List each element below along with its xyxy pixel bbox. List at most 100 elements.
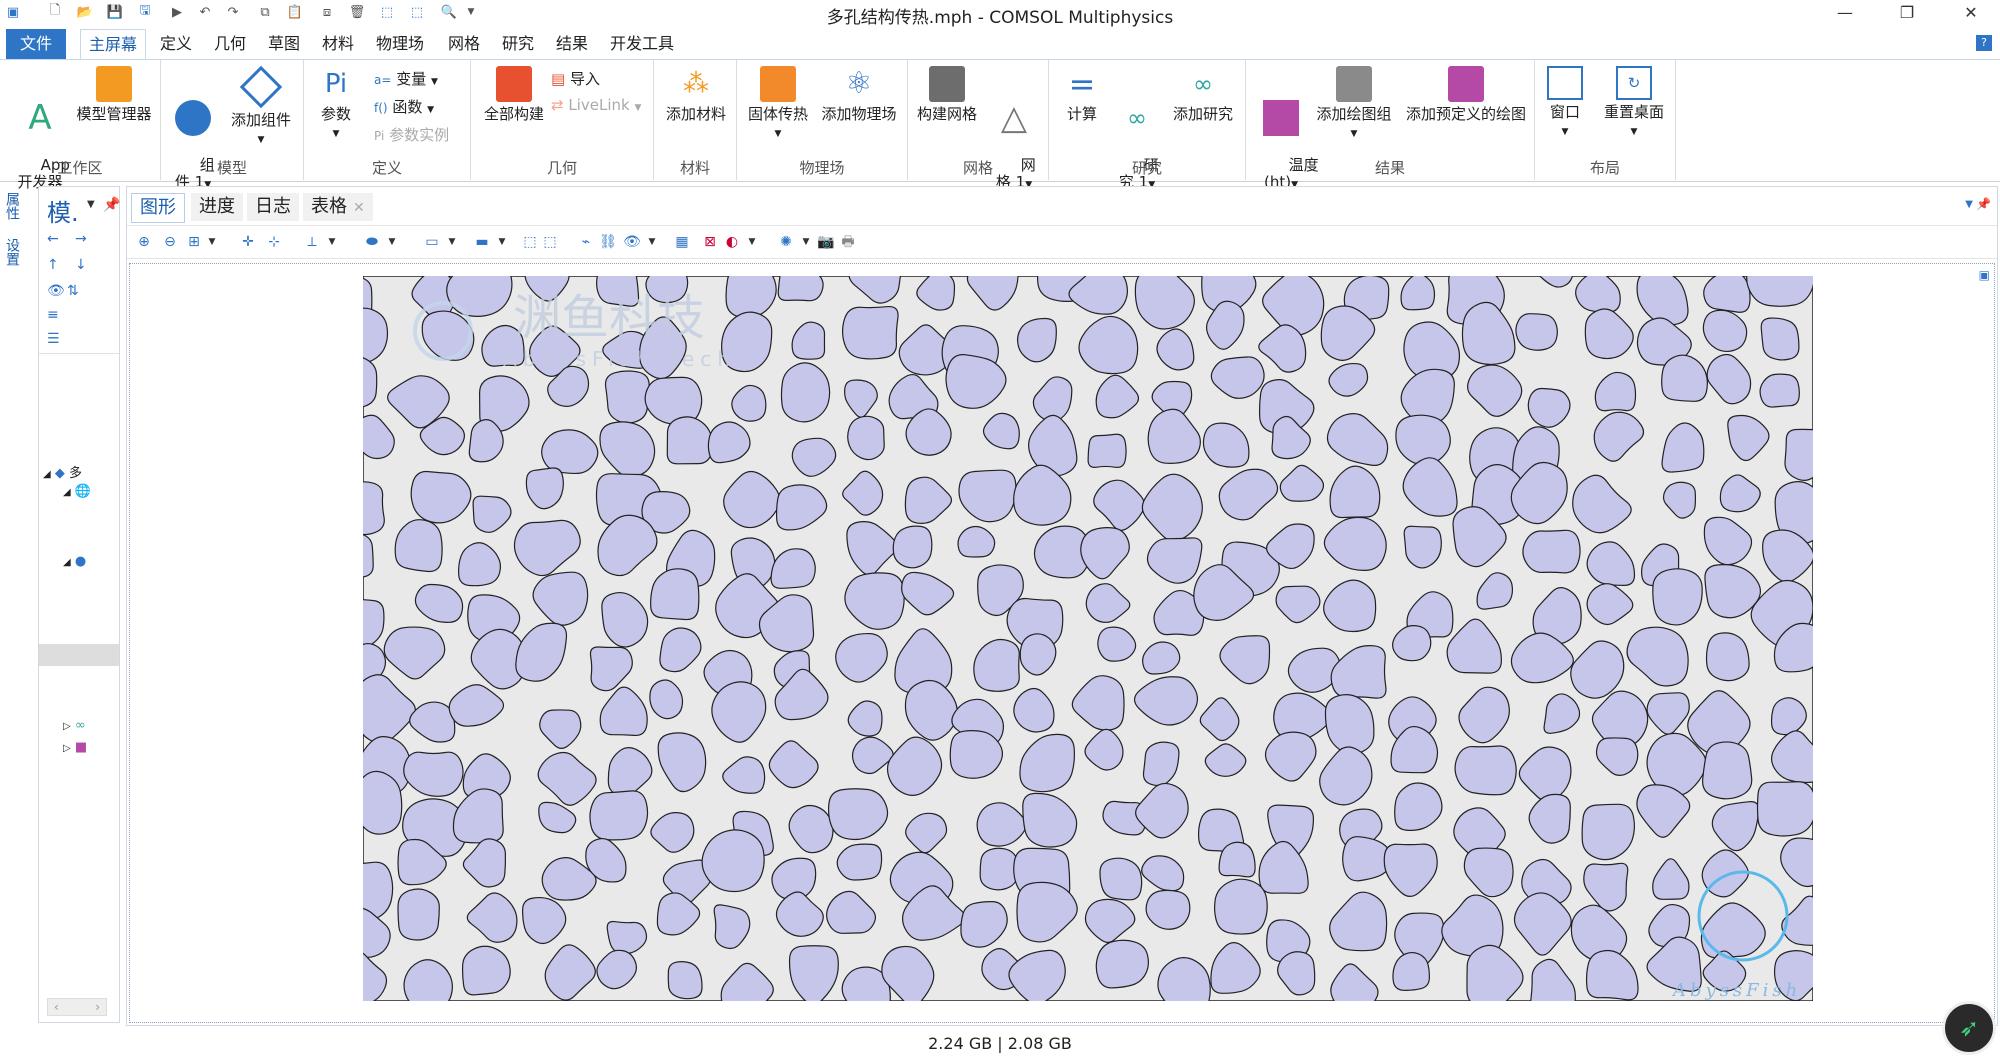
- model-manager-button[interactable]: 模型管理器: [72, 66, 156, 123]
- functions-button[interactable]: f() 函数 ▼: [374, 96, 434, 117]
- tab-results[interactable]: 结果: [548, 29, 596, 59]
- grid-icon[interactable]: ▦: [673, 233, 691, 251]
- tab-developer[interactable]: 开发工具: [602, 29, 682, 59]
- chat-icon[interactable]: ➶: [1942, 1001, 1996, 1055]
- clear-selection-icon[interactable]: ⬚: [541, 233, 559, 251]
- tab-study[interactable]: 研究: [494, 29, 542, 59]
- chevron-down-icon[interactable]: ▼: [1965, 199, 1973, 210]
- add-component-button[interactable]: 添加组件 ▼: [225, 65, 297, 149]
- arrow-up-icon[interactable]: ↑: [47, 257, 59, 273]
- arrow-right-icon[interactable]: →: [75, 231, 87, 247]
- watermark-en: AbyssFish Tech: [503, 347, 736, 371]
- restore-button[interactable]: ❐: [1884, 0, 1930, 24]
- chevron-down-icon[interactable]: ▼: [443, 233, 461, 251]
- side-tab-properties[interactable]: 属性: [4, 192, 22, 220]
- functions-icon: f(): [374, 101, 388, 115]
- close-button[interactable]: ✕: [1948, 0, 1994, 24]
- close-icon[interactable]: ✕: [353, 200, 365, 216]
- select-objects-icon[interactable]: ▬: [473, 233, 491, 251]
- chevron-down-icon[interactable]: ▼: [743, 233, 761, 251]
- tree-node-study[interactable]: ▷ ∞: [39, 718, 119, 740]
- add-predefined-plot-button[interactable]: 添加预定义的绘图: [1400, 66, 1532, 123]
- add-material-button[interactable]: ⁂ 添加材料: [660, 66, 732, 123]
- tab-home[interactable]: 主屏幕: [80, 29, 147, 59]
- arrow-left-icon[interactable]: ←: [47, 231, 59, 247]
- build-mesh-button[interactable]: 构建网格: [912, 66, 982, 123]
- tab-graphics[interactable]: 图形: [131, 193, 185, 223]
- reset-view-icon[interactable]: ⊠: [701, 233, 719, 251]
- side-tab-settings[interactable]: 设置: [4, 238, 22, 266]
- add-study-button[interactable]: ∞ 添加研究: [1167, 66, 1239, 123]
- arrow-down-icon[interactable]: ↓: [75, 257, 87, 273]
- compute-button[interactable]: = 计算: [1057, 66, 1107, 123]
- zoom-in-icon[interactable]: ⊕: [135, 233, 153, 251]
- select-domains-icon[interactable]: ▭: [423, 233, 441, 251]
- parameters-button[interactable]: Pi 参数 ▼: [314, 66, 358, 143]
- tab-file[interactable]: 文件: [6, 29, 66, 59]
- import-button[interactable]: ▤ 导入: [551, 68, 600, 89]
- solid-heat-button[interactable]: 固体传热 ▼: [743, 66, 813, 143]
- chevron-down-icon[interactable]: ▼: [493, 233, 511, 251]
- horizontal-scrollbar[interactable]: ‹ ›: [47, 998, 107, 1016]
- tree-node-root[interactable]: ◢ ◆ 多: [39, 462, 119, 484]
- tab-materials[interactable]: 材料: [314, 29, 362, 59]
- list-icon[interactable]: ☰: [47, 331, 60, 347]
- chevron-down-icon[interactable]: ▼: [383, 233, 401, 251]
- tab-progress[interactable]: 进度: [191, 193, 243, 221]
- tab-physics[interactable]: 物理场: [368, 29, 432, 59]
- tree-node-selected[interactable]: [39, 644, 119, 666]
- sort-icon[interactable]: ⇅: [67, 283, 79, 299]
- tab-table[interactable]: 表格 ✕: [303, 193, 373, 221]
- pin-icon[interactable]: 📌: [1976, 197, 1991, 211]
- scene-light-icon[interactable]: ✺: [777, 233, 795, 251]
- transparency-icon[interactable]: ◐: [723, 233, 741, 251]
- zoom-extents-icon[interactable]: ✛: [239, 233, 257, 251]
- livelink-button[interactable]: ⇄ LiveLink ▼: [551, 96, 641, 114]
- expand-icon[interactable]: ≡: [47, 307, 59, 323]
- select-all-icon[interactable]: ⬚: [521, 233, 539, 251]
- show-icon[interactable]: 👁: [47, 283, 65, 299]
- camera-icon[interactable]: 📷: [817, 233, 835, 251]
- chevron-down-icon[interactable]: ▼: [797, 233, 815, 251]
- tab-log[interactable]: 日志: [247, 193, 299, 221]
- zoom-selection-icon[interactable]: ⊹: [265, 233, 283, 251]
- chevron-down-icon: ▼: [774, 129, 782, 139]
- tree-node-global[interactable]: ◢ 🌐: [39, 484, 119, 506]
- tab-mesh[interactable]: 网格: [440, 29, 488, 59]
- graphics-canvas[interactable]: 渊鱼科技 AbyssFish Tech AbyssFish ▣: [129, 263, 1995, 1023]
- link-icon[interactable]: ⛓: [599, 233, 617, 251]
- hide-icon[interactable]: ⌁: [577, 233, 595, 251]
- add-plot-group-button[interactable]: 添加绘图组 ▼: [1312, 66, 1396, 143]
- chevron-down-icon[interactable]: ▼: [203, 233, 221, 251]
- minimize-button[interactable]: —: [1822, 0, 1868, 24]
- chevron-down-icon[interactable]: ▼: [87, 199, 95, 210]
- tab-geometry[interactable]: 几何: [206, 29, 254, 59]
- chevron-down-icon[interactable]: ▼: [643, 233, 661, 251]
- zoom-box-icon[interactable]: ⊞: [185, 233, 203, 251]
- expand-arrow-icon: ◢: [63, 557, 71, 568]
- window-button[interactable]: 窗口 ▼: [1543, 66, 1587, 141]
- add-physics-button[interactable]: ⚛ 添加物理场: [817, 66, 901, 123]
- pin-icon[interactable]: 📌: [103, 197, 120, 213]
- build-all-button[interactable]: 全部构建: [479, 66, 549, 123]
- print-icon[interactable]: 🖶: [839, 233, 857, 251]
- variables-button[interactable]: a= 变量 ▼: [374, 68, 438, 89]
- tab-sketch[interactable]: 草图: [260, 29, 308, 59]
- zoom-out-icon[interactable]: ⊖: [161, 233, 179, 251]
- reset-desktop-button[interactable]: ↻ 重置桌面 ▼: [1599, 66, 1669, 141]
- graphics-toolbar: ⊕ ⊖ ⊞ ▼ ✛ ⊹ ⟂ ▼ ⬬ ▼ ▭ ▼ ▬ ▼ ⬚ ⬚ ⌁ ⛓ 👁 ▼ …: [127, 225, 1997, 259]
- scroll-left-icon[interactable]: ‹: [54, 1000, 59, 1014]
- tree-node-component[interactable]: ◢ ●: [39, 554, 119, 576]
- tab-definitions[interactable]: 定义: [152, 29, 200, 59]
- graphics-options-icon[interactable]: ▣: [1979, 268, 1990, 282]
- tree-node-results[interactable]: ▷ ■: [39, 740, 119, 762]
- help-icon[interactable]: ?: [1976, 35, 1992, 51]
- select-box-icon[interactable]: ⬬: [363, 233, 381, 251]
- param-case-button[interactable]: Pi 参数实例: [374, 124, 449, 145]
- chevron-down-icon[interactable]: ▼: [323, 233, 341, 251]
- show-icon[interactable]: 👁: [623, 233, 641, 251]
- axis-icon[interactable]: ⟂: [303, 233, 321, 251]
- pore-shape: [1760, 317, 1800, 361]
- temperature-plot-icon: [1263, 100, 1299, 136]
- scroll-right-icon[interactable]: ›: [95, 1000, 100, 1014]
